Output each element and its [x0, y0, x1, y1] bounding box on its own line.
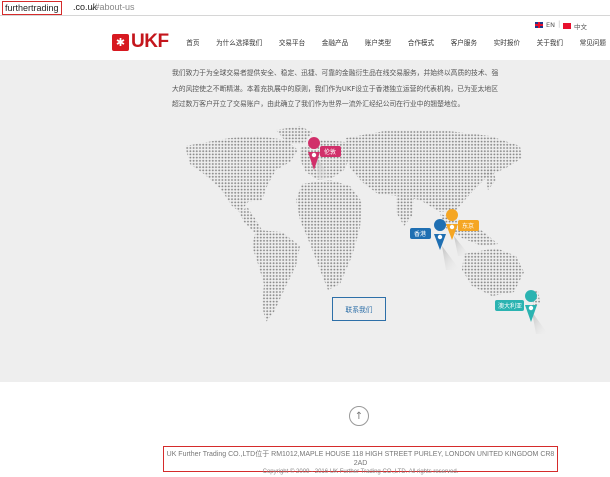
nav-item-about[interactable]: 关于我们: [528, 37, 571, 47]
nav-item-products[interactable]: 金融产品: [314, 37, 357, 47]
url-path: /#about-us: [92, 2, 135, 12]
continents: [185, 126, 540, 322]
nav-item-account-types[interactable]: 账户类型: [356, 37, 399, 47]
language-zh-link[interactable]: 中文: [563, 21, 587, 31]
about-section: 我们致力于为全球交易者提供安全、稳定、迅捷、可靠的金融衍生品在线交易服务，并始终…: [0, 60, 610, 382]
footer-address: UK Further Trading CO.,LTD位于 RM1012,MAPL…: [166, 451, 555, 467]
nav-item-partnership[interactable]: 合作模式: [399, 37, 442, 47]
language-en-link[interactable]: EN: [535, 21, 555, 29]
site-logo[interactable]: ✱ UKF: [112, 31, 169, 53]
main-nav: 首页 为什么选择我们 交易平台 金融产品 账户类型 合作模式 客户服务 实时报价…: [178, 37, 610, 47]
pin-label-london: 伦敦: [324, 148, 336, 156]
address-bar[interactable]: furthertrading .co.uk /#about-us: [0, 0, 610, 16]
language-separator: |: [558, 20, 561, 28]
footer: UK Further Trading CO.,LTD位于 RM1012,MAPL…: [163, 446, 558, 475]
language-en-label: EN: [546, 21, 555, 29]
back-to-top-button[interactable]: ↑: [349, 406, 369, 426]
pin-australia[interactable]: 澳大利亚: [495, 290, 548, 334]
nav-item-platform[interactable]: 交易平台: [271, 37, 314, 47]
nav-item-quotes[interactable]: 实时报价: [485, 37, 528, 47]
pin-label-tokyo: 东京: [462, 222, 474, 230]
world-map: 伦敦 东京 香港 澳大利亚: [185, 126, 548, 334]
pin-label-hongkong: 香港: [414, 230, 426, 238]
uk-flag-icon: [535, 22, 543, 28]
pin-label-australia: 澳大利亚: [498, 302, 522, 310]
nav-item-service[interactable]: 客户服务: [442, 37, 485, 47]
contact-us-button[interactable]: 联系我们: [332, 297, 386, 321]
nav-item-why-us[interactable]: 为什么选择我们: [208, 37, 271, 47]
logo-mark-icon: ✱: [112, 33, 129, 51]
language-zh-label: 中文: [574, 23, 587, 31]
nav-item-home[interactable]: 首页: [178, 37, 208, 47]
url-host: furthertrading: [2, 1, 62, 15]
china-flag-icon: [563, 23, 571, 29]
logo-brand: UKF: [131, 31, 169, 52]
arrow-up-icon: ↑: [354, 410, 364, 422]
nav-item-faq[interactable]: 常见问题: [571, 37, 610, 47]
